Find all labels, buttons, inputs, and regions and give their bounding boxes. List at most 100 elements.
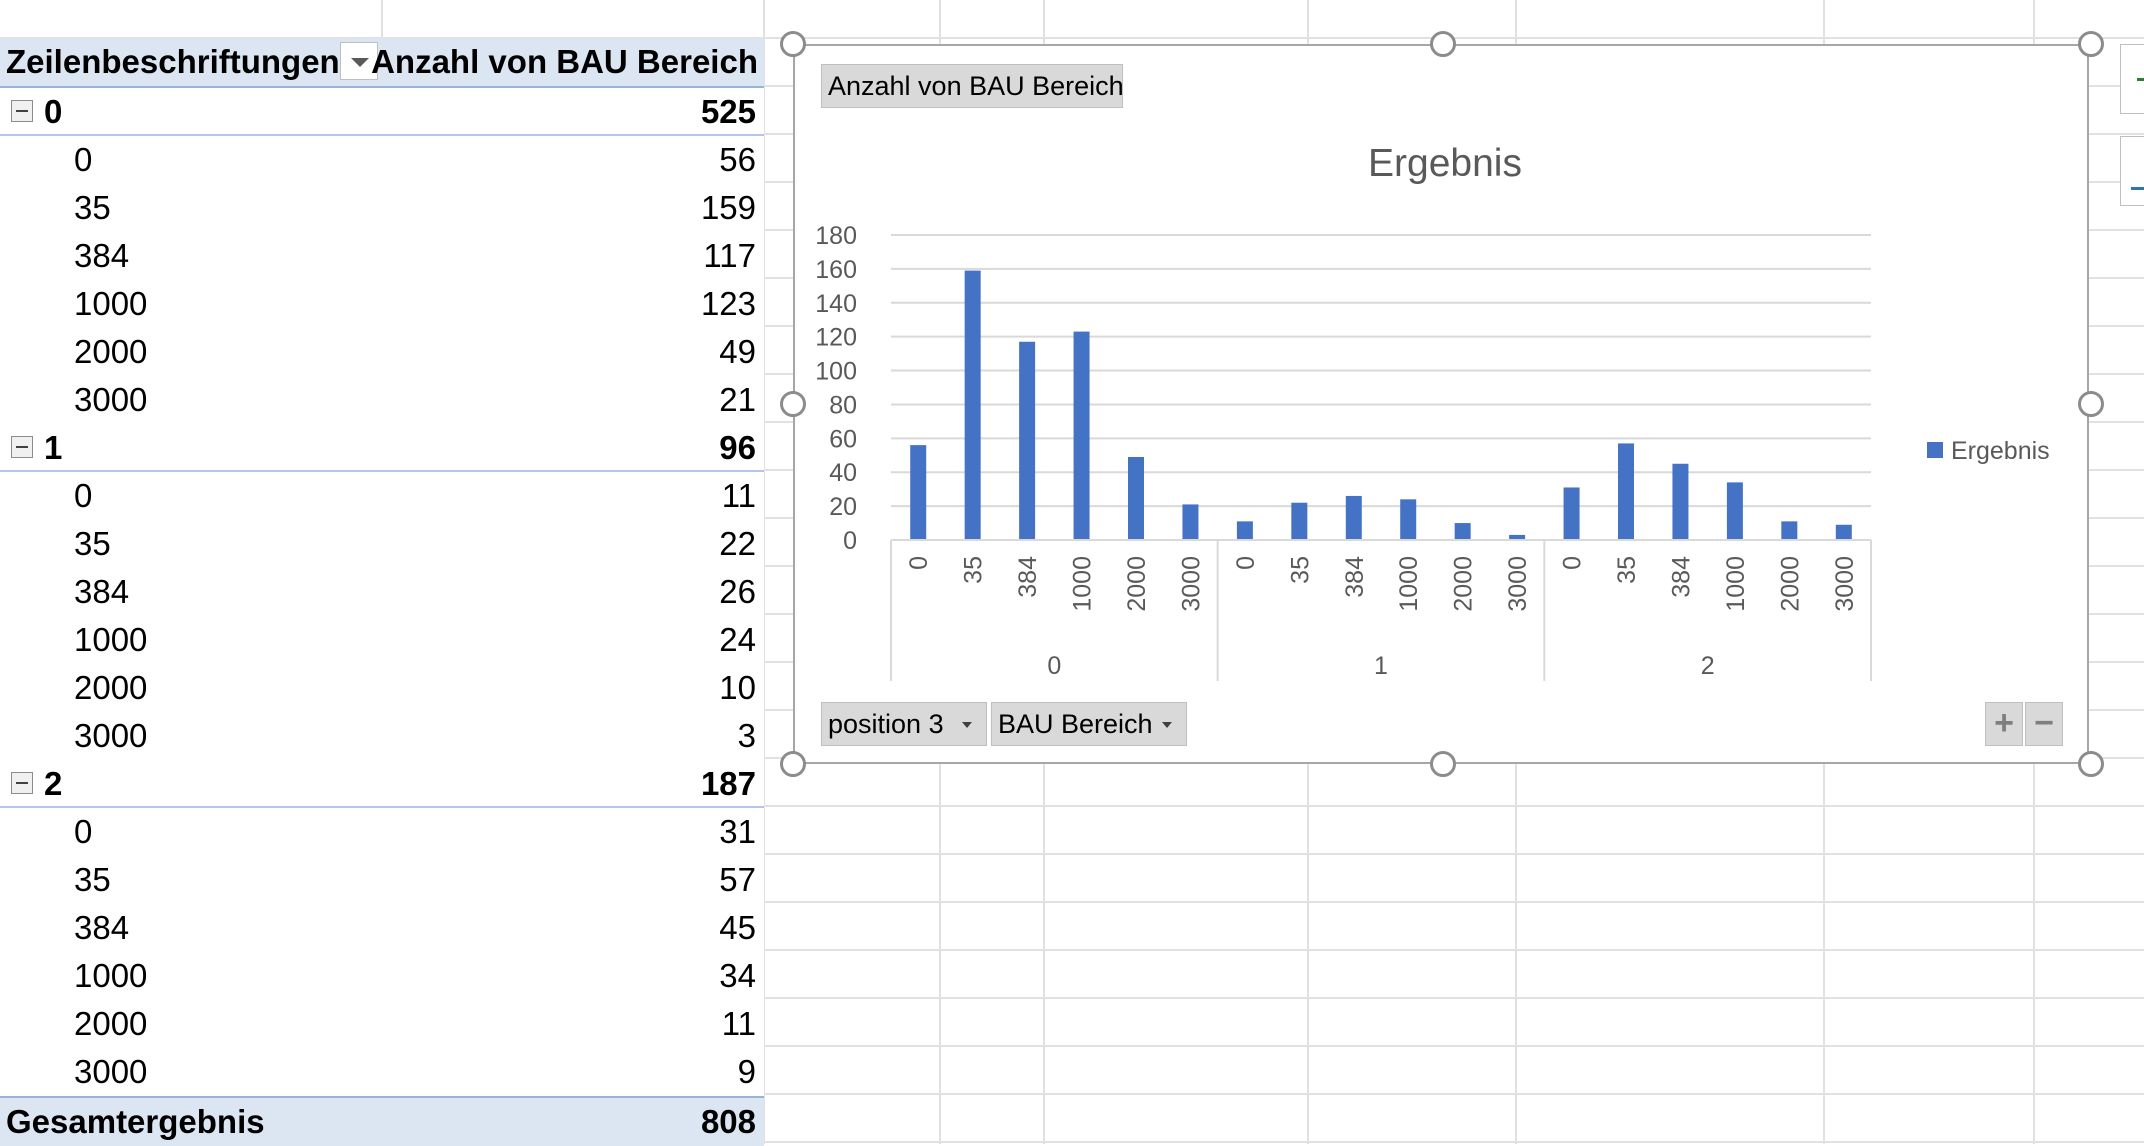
item-value: 159	[700, 189, 756, 226]
plus-icon	[2137, 78, 2144, 81]
resize-handle-top[interactable]	[1430, 31, 1456, 57]
pivot-item-row: 0 56	[0, 136, 764, 184]
collapse-icon[interactable]	[11, 436, 33, 458]
resize-handle-top-right[interactable]	[2078, 31, 2104, 57]
item-value: 11	[721, 1005, 756, 1042]
item-value: 21	[719, 381, 756, 418]
item-value: 10	[719, 669, 756, 706]
bar	[1618, 443, 1634, 540]
pivot-item-row: 35 22	[0, 520, 764, 568]
resize-handle-bottom-left[interactable]	[780, 751, 806, 777]
collapse-icon[interactable]	[11, 100, 33, 122]
bar	[1454, 523, 1471, 540]
item-value: 123	[700, 285, 756, 322]
x-category-label: 0	[1559, 556, 1587, 570]
x-category-label: 384	[1341, 556, 1369, 598]
x-category-label: 35	[1286, 556, 1314, 584]
y-tick-label: 20	[829, 493, 857, 521]
x-category-label: 3000	[1831, 556, 1859, 612]
item-value: 11	[721, 477, 756, 514]
chart-elements-button[interactable]	[2120, 44, 2144, 114]
collapse-field-button[interactable]: −	[2025, 702, 2063, 746]
resize-handle-bottom-right[interactable]	[2078, 751, 2104, 777]
item-value: 57	[719, 861, 756, 898]
pivot-item-row: 384 117	[0, 232, 764, 280]
value-field-button[interactable]: Anzahl von BAU Bereich	[821, 64, 1124, 108]
group-label: 2	[44, 765, 63, 802]
item-label: 0	[74, 813, 93, 850]
item-label: 35	[74, 525, 111, 562]
grand-total-value: 808	[700, 1103, 756, 1140]
resize-handle-top-left[interactable]	[780, 31, 806, 57]
chart-title: Ergebnis	[1368, 142, 1522, 185]
plus-icon: +	[1994, 704, 2014, 742]
pivot-item-row: 1000 24	[0, 616, 764, 664]
chevron-down-icon	[1162, 722, 1172, 728]
x-category-label: 3000	[1177, 556, 1205, 612]
pivot-item-row: 35 57	[0, 856, 764, 904]
bar	[1726, 482, 1743, 540]
grand-total-row: Gesamtergebnis 808	[0, 1096, 764, 1146]
x-category-label: 35	[960, 556, 988, 584]
pivot-table: Zeilenbeschriftungen Anzahl von BAU Bere…	[0, 38, 764, 1146]
bar	[910, 445, 927, 540]
brush-icon	[2131, 177, 2144, 190]
y-tick-label: 120	[815, 324, 857, 352]
chart-styles-button[interactable]	[2120, 136, 2144, 206]
pivot-item-row: 384 45	[0, 904, 764, 952]
item-label: 1000	[74, 621, 148, 658]
minus-icon: −	[2034, 704, 2054, 742]
pivot-chart[interactable]: Ergebnis 0 20 40 60 80 100 120 140 160 180 0 35 384 10…	[793, 44, 2089, 764]
grand-total-label: Gesamtergebnis	[6, 1103, 265, 1140]
bar	[1128, 456, 1144, 540]
legend-swatch	[1927, 442, 1943, 458]
bar	[964, 270, 981, 540]
y-tick-label: 100	[815, 358, 857, 386]
collapse-icon[interactable]	[11, 772, 33, 794]
bar	[1672, 463, 1689, 540]
resize-handle-right[interactable]	[2078, 391, 2104, 417]
pivot-item-row: 384 26	[0, 568, 764, 616]
chevron-down-icon	[962, 722, 972, 728]
item-label: 2000	[74, 1005, 148, 1042]
y-tick-label: 160	[815, 256, 857, 284]
value-field-header: Anzahl von BAU Bereich	[371, 43, 758, 80]
item-label: 3000	[74, 717, 148, 754]
group-total: 96	[719, 429, 756, 466]
group-total: 525	[700, 93, 756, 130]
bar	[1835, 524, 1852, 540]
y-tick-label: 180	[815, 222, 857, 250]
bar	[1073, 331, 1090, 540]
bar	[1400, 499, 1417, 540]
x-category-label: 1000	[1395, 556, 1423, 612]
x-category-label: 384	[1667, 556, 1695, 598]
pivot-item-row: 0 11	[0, 472, 764, 520]
pivot-item-row: 2000 49	[0, 328, 764, 376]
resize-handle-left[interactable]	[780, 391, 806, 417]
group-total: 187	[700, 765, 756, 802]
x-group-label: 1	[1374, 652, 1388, 680]
position-3-field-button[interactable]: position 3	[821, 702, 987, 746]
item-value: 45	[719, 909, 756, 946]
resize-handle-bottom[interactable]	[1430, 751, 1456, 777]
expand-field-button[interactable]: +	[1985, 702, 2023, 746]
bar	[1182, 504, 1199, 540]
item-value: 3	[737, 717, 756, 754]
item-label: 3000	[74, 381, 148, 418]
pivot-item-row: 2000 10	[0, 664, 764, 712]
item-value: 117	[703, 237, 756, 274]
x-category-label: 1000	[1069, 556, 1097, 612]
pivot-item-row: 1000 34	[0, 952, 764, 1000]
position-3-field-label: position 3	[828, 709, 944, 739]
group-label: 0	[44, 93, 63, 130]
x-category-label: 2000	[1450, 556, 1478, 612]
y-tick-label: 0	[843, 527, 857, 555]
row-labels-header: Zeilenbeschriftungen	[6, 43, 340, 80]
pivot-item-row: 1000 123	[0, 280, 764, 328]
pivot-item-row: 35 159	[0, 184, 764, 232]
x-category-label: 1000	[1722, 556, 1750, 612]
chart-plot: Ergebnis0204060801001201401601800 35 384 10…	[815, 142, 2050, 681]
bau-bereich-field-button[interactable]: BAU Bereich	[991, 702, 1187, 746]
x-category-label: 384	[1014, 556, 1042, 598]
item-value: 9	[737, 1053, 756, 1090]
